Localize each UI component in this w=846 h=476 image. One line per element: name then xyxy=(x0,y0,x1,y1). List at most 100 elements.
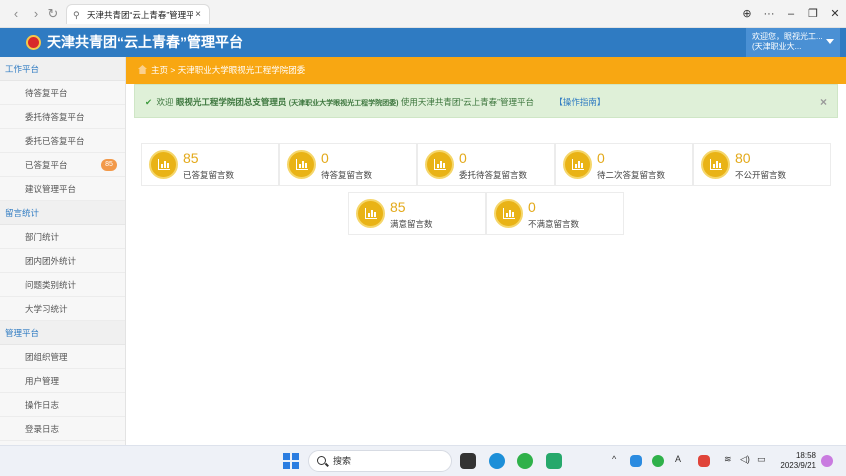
stat-value: 0 xyxy=(459,150,467,166)
clock-time: 18:58 xyxy=(795,451,816,460)
wechat-icon[interactable] xyxy=(517,453,533,469)
taskbar-search-placeholder: 搜索 xyxy=(333,456,352,466)
browser-tab[interactable]: ⚲ 天津共青团“云上青春”管理平台 × xyxy=(66,4,210,24)
alert-close-icon[interactable]: × xyxy=(820,85,827,119)
stat-value: 85 xyxy=(390,199,406,215)
stat-value: 85 xyxy=(183,150,199,166)
stat-card[interactable]: 0 待二次答复留言数 xyxy=(555,143,693,186)
stat-value: 0 xyxy=(321,150,329,166)
sidebar-item-suggestions[interactable]: 建议管理平台 xyxy=(0,177,125,201)
copilot-icon[interactable] xyxy=(821,455,833,467)
sidebar-item-user-management[interactable]: 用户管理 xyxy=(0,369,125,393)
alert-text: 使用天津共青团“云上青春”管理平台 xyxy=(400,97,534,107)
stat-label: 已答复留言数 xyxy=(183,170,235,180)
sidebar-item-operation-log[interactable]: 操作日志 xyxy=(0,393,125,417)
sidebar-item-delegated-pending[interactable]: 委托待答复平台 xyxy=(0,105,125,129)
windows-start-icon[interactable] xyxy=(283,453,299,469)
sidebar-item-login-log[interactable]: 登录日志 xyxy=(0,417,125,441)
breadcrumb-current: 天津职业大学眼视光工程学院团委 xyxy=(177,65,306,75)
restore-icon[interactable]: ❐ xyxy=(805,6,821,22)
breadcrumb-separator: > xyxy=(170,65,176,75)
sidebar-item-league-stats[interactable]: 团内团外统计 xyxy=(0,249,125,273)
taskbar-clock[interactable]: 18:58 2023/9/21 xyxy=(776,451,816,471)
sidebar-item-delegated-answered[interactable]: 委托已答复平台 xyxy=(0,129,125,153)
forward-icon[interactable]: › xyxy=(28,6,44,22)
youth-league-emblem-icon xyxy=(26,35,41,50)
breadcrumb-home[interactable]: 主页 xyxy=(151,65,168,75)
stat-value: 0 xyxy=(528,199,536,215)
stat-label: 待二次答复留言数 xyxy=(597,170,666,180)
breadcrumb: 主页 > 天津职业大学眼视光工程学院团委 xyxy=(126,57,846,84)
sidebar-item-department-stats[interactable]: 部门统计 xyxy=(0,225,125,249)
home-icon xyxy=(138,65,147,74)
stat-card[interactable]: 85 已答复留言数 xyxy=(141,143,279,186)
stat-card[interactable]: 80 不公开留言数 xyxy=(693,143,831,186)
stat-card[interactable]: 0 不满意留言数 xyxy=(486,192,624,235)
bar-chart-icon xyxy=(425,150,454,179)
more-icon[interactable]: ··· xyxy=(761,6,777,22)
stat-label: 满意留言数 xyxy=(390,219,433,229)
minimize-icon[interactable]: – xyxy=(783,6,799,22)
tray-overflow-icon[interactable]: ^ xyxy=(612,454,616,464)
sidebar-item-label: 已答复平台 xyxy=(25,160,68,170)
sidebar-group-admin[interactable]: 管理平台 xyxy=(0,321,125,345)
bar-chart-icon xyxy=(287,150,316,179)
sidebar: 工作平台 待答复平台 委托待答复平台 委托已答复平台 已答复平台 85 建议管理… xyxy=(0,57,126,445)
stat-label: 不公开留言数 xyxy=(735,170,787,180)
tab-close-icon[interactable]: × xyxy=(193,9,203,20)
globe-icon[interactable]: ⊕ xyxy=(739,6,755,22)
taskbar-search-box[interactable]: 搜索 xyxy=(308,450,452,472)
browser-tab-title: 天津共青团“云上青春”管理平台 xyxy=(87,9,193,20)
tray-app-red-icon[interactable] xyxy=(698,455,710,467)
clock-date: 2023/9/21 xyxy=(780,461,816,470)
link-icon: ⚲ xyxy=(73,9,80,20)
stat-label: 待答复留言数 xyxy=(321,170,373,180)
sidebar-item-category-stats[interactable]: 问题类别统计 xyxy=(0,273,125,297)
bar-chart-icon xyxy=(356,199,385,228)
sidebar-group-work[interactable]: 工作平台 xyxy=(0,57,125,81)
tray-wechat-icon[interactable] xyxy=(652,455,664,467)
alert-org-name: 眼视光工程学院团总支管理员 xyxy=(175,97,287,107)
stat-label: 不满意留言数 xyxy=(528,219,580,229)
stat-card[interactable]: 85 满意留言数 xyxy=(348,192,486,235)
answered-count-badge: 85 xyxy=(101,159,117,171)
sidebar-item-org-management[interactable]: 团组织管理 xyxy=(0,345,125,369)
chevron-down-icon xyxy=(826,39,834,44)
stat-value: 0 xyxy=(597,150,605,166)
edge-browser-icon[interactable] xyxy=(489,453,505,469)
tray-app-icon[interactable] xyxy=(630,455,642,467)
alert-welcome: 欢迎 xyxy=(156,97,174,107)
sidebar-item-pending[interactable]: 待答复平台 xyxy=(0,81,125,105)
app-header: 天津共青团“云上青春”管理平台 xyxy=(0,28,846,57)
wifi-icon[interactable]: ≋ xyxy=(724,454,732,465)
operation-guide-link[interactable]: 【操作指南】 xyxy=(554,97,605,107)
task-view-icon[interactable] xyxy=(460,453,476,469)
stat-card[interactable]: 0 委托待答复留言数 xyxy=(417,143,555,186)
remote-desktop-icon[interactable] xyxy=(546,453,562,469)
back-icon[interactable]: ‹ xyxy=(8,6,24,22)
bar-chart-icon xyxy=(701,150,730,179)
close-window-icon[interactable]: ✕ xyxy=(827,6,843,22)
check-icon: ✔ xyxy=(145,97,153,107)
pen-icon[interactable]: A xyxy=(675,454,681,464)
battery-icon[interactable]: ▭ xyxy=(757,454,766,465)
user-greeting: 欢迎您，眼视光工... xyxy=(752,32,823,41)
bar-chart-icon xyxy=(149,150,178,179)
bar-chart-icon xyxy=(494,199,523,228)
volume-icon[interactable]: ◁) xyxy=(740,454,750,465)
alert-org-parent: (天津职业大学眼视光工程学院团委) xyxy=(288,100,399,107)
bar-chart-icon xyxy=(563,150,592,179)
stat-label: 委托待答复留言数 xyxy=(459,170,528,180)
app-title: 天津共青团“云上青春”管理平台 xyxy=(47,34,243,50)
sidebar-group-stats[interactable]: 留言统计 xyxy=(0,201,125,225)
sidebar-item-study-stats[interactable]: 大学习统计 xyxy=(0,297,125,321)
windows-taskbar: 搜索 ^ A ≋ ◁) ▭ 18:58 2023/9/21 xyxy=(0,445,846,476)
reload-icon[interactable]: ↻ xyxy=(45,6,61,22)
user-org: (天津职业大... xyxy=(752,42,802,51)
stat-value: 80 xyxy=(735,150,751,166)
browser-tab-bar: ‹ › ↻ ⚲ 天津共青团“云上青春”管理平台 × ⊕ ··· – ❐ ✕ xyxy=(0,0,846,28)
sidebar-item-answered[interactable]: 已答复平台 85 xyxy=(0,153,125,177)
search-icon xyxy=(317,456,326,465)
stat-card[interactable]: 0 待答复留言数 xyxy=(279,143,417,186)
user-menu[interactable]: 欢迎您，眼视光工... (天津职业大... xyxy=(746,28,840,57)
